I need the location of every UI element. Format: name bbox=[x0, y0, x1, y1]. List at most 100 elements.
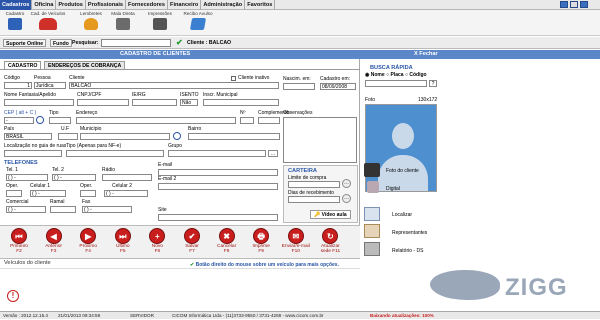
action-pr-ximo-button[interactable]: ▶ Próximo F4 bbox=[73, 228, 103, 254]
restore-icon[interactable] bbox=[570, 1, 578, 8]
cel2-input[interactable]: ( ) - bbox=[104, 190, 148, 197]
action-cancelar-button[interactable]: ✖ Cancelar F8 bbox=[212, 228, 242, 254]
video-aula-button[interactable]: 🔑 Vídeo aula bbox=[310, 210, 351, 219]
action-salvar-button[interactable]: ✔ Salvar F7 bbox=[177, 228, 207, 254]
relatorio-label[interactable]: Relatório - DS bbox=[392, 248, 423, 254]
email2-input[interactable] bbox=[158, 183, 278, 190]
limite-more-button[interactable]: … bbox=[342, 179, 351, 188]
dias-input[interactable] bbox=[288, 196, 340, 203]
toolbar-recibo[interactable]: Recibo Avulso bbox=[180, 11, 216, 35]
veiculos-list[interactable] bbox=[0, 268, 360, 311]
menu-profissionais[interactable]: Profissionais bbox=[86, 0, 127, 10]
inscr-municipal-input[interactable] bbox=[203, 99, 279, 106]
radio-input[interactable] bbox=[102, 174, 152, 181]
menu-administracao[interactable]: Administração bbox=[201, 0, 246, 10]
action-imprime-key: F9 bbox=[258, 249, 264, 255]
digital-label[interactable]: Digital bbox=[386, 186, 400, 192]
action-primeiro-button[interactable]: ⏮ Primeiro F2 bbox=[4, 228, 34, 254]
action-buttons: ⏮ Primeiro F2 ◀ Anterior F3 ▶ Próximo F4 ⏭ Último F… bbox=[0, 225, 360, 259]
tel1-input[interactable]: ( ) - bbox=[6, 174, 48, 181]
localizar-label[interactable]: Localizar bbox=[392, 212, 412, 218]
action-anterior-button[interactable]: ◀ Anterior F3 bbox=[39, 228, 69, 254]
toolbar-cadastro-label: Cadastro bbox=[5, 11, 25, 16]
municipio-search-icon[interactable] bbox=[173, 132, 181, 140]
toolbar-mala-direta[interactable]: Mala Direta bbox=[108, 11, 138, 35]
cnpj-input[interactable] bbox=[77, 99, 129, 106]
comercial-input[interactable]: ( ) - bbox=[6, 206, 46, 213]
action-imprime-button[interactable]: 🖶 Imprime F9 bbox=[246, 228, 276, 254]
localizar-icon[interactable] bbox=[364, 207, 380, 221]
cep-search-icon[interactable] bbox=[36, 116, 44, 124]
pais-select[interactable]: BRASIL bbox=[4, 133, 52, 140]
exit-icon[interactable] bbox=[580, 1, 588, 8]
isento-select[interactable]: Não bbox=[180, 99, 198, 106]
grupo-select[interactable] bbox=[168, 150, 266, 157]
menu-fornecedores[interactable]: Fornecedores bbox=[126, 0, 169, 10]
email-input[interactable] bbox=[158, 169, 278, 176]
cliente-input[interactable]: BALCAO bbox=[69, 82, 279, 89]
action--ltimo-button[interactable]: ⏭ Último F5 bbox=[108, 228, 138, 254]
action-enviar-e-mail-button[interactable]: ✉ Enviar/e-mail F10 bbox=[281, 228, 311, 254]
action-novo-button[interactable]: + Novo F6 bbox=[142, 228, 172, 254]
grupo-more-button[interactable]: … bbox=[268, 150, 278, 157]
foto-size-label: 130x172 bbox=[418, 97, 438, 103]
fantasia-input[interactable] bbox=[4, 99, 74, 106]
pessoa-select[interactable]: Jurídica bbox=[34, 82, 66, 89]
cep-input[interactable]: - bbox=[4, 117, 34, 124]
representantes-label[interactable]: Representantes bbox=[392, 230, 427, 236]
municipio-select[interactable] bbox=[80, 133, 170, 140]
close-button[interactable]: X Fechar bbox=[414, 50, 438, 59]
ie-input[interactable] bbox=[132, 99, 177, 106]
tab-enderecos-cobranca[interactable]: ENDEREÇOS DE COBRANÇA bbox=[44, 61, 126, 69]
menu-cadastros[interactable]: Cadastros bbox=[0, 0, 33, 10]
toolbar-cad-veiculos[interactable]: Cad. de Veículos bbox=[30, 11, 66, 35]
representantes-icon[interactable] bbox=[364, 224, 380, 238]
dias-more-button[interactable]: … bbox=[342, 194, 351, 203]
toolbar-lembretes[interactable]: Lembretes bbox=[77, 11, 105, 35]
limite-input[interactable] bbox=[288, 181, 340, 188]
menu-financeiro[interactable]: Financeiro bbox=[168, 0, 202, 10]
email-label: E-mail bbox=[158, 162, 173, 168]
menu-produtos[interactable]: Produtos bbox=[56, 0, 86, 10]
check-icon[interactable]: ✔ bbox=[176, 39, 184, 47]
camera-icon[interactable] bbox=[364, 163, 380, 177]
ramal-input[interactable] bbox=[50, 206, 76, 213]
relatorio-printer-icon[interactable] bbox=[364, 242, 380, 256]
pesquisar-input[interactable] bbox=[101, 39, 171, 47]
fingerprint-icon[interactable] bbox=[367, 181, 379, 193]
fax-input[interactable]: ( ) - bbox=[82, 206, 132, 213]
bairro-input[interactable] bbox=[188, 133, 280, 140]
video-icon: 🔑 bbox=[314, 212, 322, 218]
localizacao-input[interactable] bbox=[4, 150, 62, 157]
tipo-select[interactable] bbox=[49, 117, 71, 124]
oper1-select[interactable] bbox=[6, 190, 22, 197]
codigo-input[interactable]: 1 bbox=[4, 82, 32, 89]
action-atualizar-button[interactable]: ↻ Atualizar sede F11 bbox=[315, 228, 345, 254]
endereco-input[interactable] bbox=[76, 117, 236, 124]
foto-cliente-label[interactable]: Foto do cliente bbox=[386, 168, 419, 174]
toolbar-cadastro[interactable]: Cadastro bbox=[2, 11, 28, 35]
suporte-online-button[interactable]: Suporte Online bbox=[3, 39, 47, 47]
cel1-input[interactable]: ( ) - bbox=[30, 190, 66, 197]
fundo-button[interactable]: Fundo bbox=[50, 39, 72, 47]
menu-oficina[interactable]: Oficina bbox=[32, 0, 57, 10]
tel2-input[interactable]: ( ) - bbox=[52, 174, 96, 181]
minimize-icon[interactable] bbox=[560, 1, 568, 8]
nascimento-input[interactable] bbox=[283, 83, 315, 90]
endereco-label: Endereço bbox=[76, 110, 98, 116]
uf-select[interactable] bbox=[58, 133, 78, 140]
busca-help-button[interactable]: ? bbox=[429, 80, 437, 87]
cadastro-em-input[interactable]: 08/09/2008 bbox=[320, 83, 356, 90]
inativo-checkbox[interactable] bbox=[231, 76, 236, 81]
busca-rapida-input[interactable] bbox=[365, 80, 427, 87]
toolbar-impressoes[interactable]: Impressões bbox=[145, 11, 175, 35]
observacoes-textarea[interactable] bbox=[283, 117, 357, 163]
complemento-input[interactable] bbox=[258, 117, 280, 124]
tab-cadastro[interactable]: CADASTRO bbox=[4, 61, 42, 69]
oper2-select[interactable] bbox=[80, 190, 96, 197]
menu-favoritos[interactable]: Favoritos bbox=[245, 0, 276, 10]
action-atualizar-icon: ↻ bbox=[322, 228, 339, 244]
numero-input[interactable] bbox=[240, 117, 254, 124]
site-input[interactable] bbox=[158, 214, 278, 221]
tipo-nfe-select[interactable] bbox=[66, 150, 164, 157]
